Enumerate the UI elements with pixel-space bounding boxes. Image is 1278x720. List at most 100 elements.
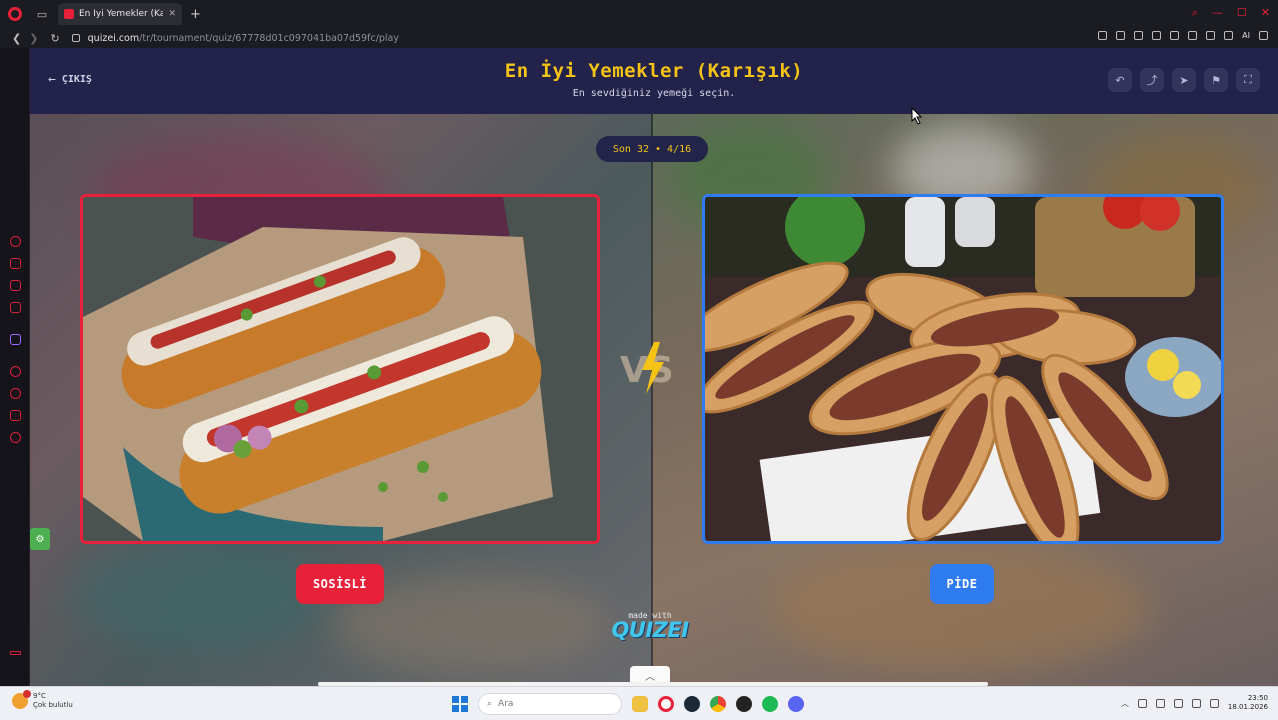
clock-time: 23:50 — [1247, 694, 1268, 702]
option-left-image[interactable] — [80, 194, 600, 544]
hotdog-image — [83, 197, 597, 541]
windows-start-icon[interactable] — [452, 696, 468, 712]
download-icon[interactable] — [1224, 31, 1234, 40]
sidebar-settings-icon[interactable] — [10, 432, 21, 443]
vs-text: VS — [620, 350, 674, 391]
screen: ▭ En İyi Yemekler (Karışık) ✕ + ⌕ — ☐ ✕ … — [0, 0, 1278, 720]
taskbar-search[interactable]: ⌕ Ara — [478, 693, 622, 715]
versus-icon: VS — [618, 338, 688, 398]
epic-games-icon[interactable] — [736, 696, 752, 712]
chevron-up-icon: ︿ — [645, 671, 655, 683]
bookmark-icon[interactable] — [1098, 31, 1108, 40]
opera-gx-icon[interactable] — [658, 696, 674, 712]
system-tray: ︿ 23:50 18.01.2026 — [1121, 694, 1268, 712]
player-icon[interactable] — [1152, 31, 1162, 40]
minimize-icon[interactable]: — — [1212, 6, 1223, 20]
tray-volume-icon[interactable] — [1209, 698, 1219, 708]
extension-gear-icon[interactable]: ⚙ — [30, 528, 50, 550]
pide-image — [705, 197, 1221, 541]
center-divider — [651, 114, 653, 686]
tray-app-icon[interactable] — [1137, 698, 1147, 708]
file-explorer-icon[interactable] — [632, 696, 648, 712]
extensions-icon[interactable] — [1206, 31, 1216, 40]
maximize-icon[interactable]: ☐ — [1237, 6, 1247, 20]
sidebar-history-icon[interactable] — [10, 388, 21, 399]
send-icon: ➤ — [1179, 73, 1189, 87]
lock-icon — [71, 34, 80, 42]
header-actions: ↶ ⤴ ➤ ⚑ ⛶ — [1108, 68, 1260, 92]
snapshot-icon[interactable] — [1116, 31, 1126, 40]
reload-icon[interactable]: ↻ — [50, 32, 59, 45]
pinboard-icon[interactable] — [1188, 31, 1198, 40]
weather-desc: Çok bulutlu — [33, 701, 73, 709]
opera-sidebar — [0, 48, 30, 686]
taskbar-apps: ⌕ Ara — [452, 693, 804, 715]
taskbar-clock[interactable]: 23:50 18.01.2026 — [1228, 694, 1268, 712]
sidebar-discord-icon[interactable] — [10, 302, 21, 313]
report-button[interactable]: ⚑ — [1204, 68, 1228, 92]
sidebar-aria-icon[interactable] — [10, 236, 21, 247]
back-icon[interactable]: ❮ — [12, 32, 21, 45]
search-placeholder: Ara — [498, 699, 514, 709]
sidebar-chat-icon[interactable] — [10, 280, 21, 291]
search-tabs-icon[interactable]: ⌕ — [1192, 6, 1198, 20]
weather-temp: 9°C — [33, 692, 46, 700]
select-left-button[interactable]: SOSİSLİ — [296, 564, 384, 604]
workspaces-icon[interactable]: ▭ — [32, 4, 52, 24]
tab-favicon-icon — [64, 9, 74, 19]
mouse-cursor-icon — [911, 107, 923, 125]
url-field[interactable]: quizei.com/tr/tournament/quiz/67778d01c0… — [88, 33, 399, 44]
share-button[interactable]: ⤴ — [1140, 68, 1164, 92]
share-icon: ⤴ — [1146, 74, 1158, 87]
flag-icon: ⚑ — [1211, 73, 1221, 87]
weather-icon — [12, 690, 31, 709]
sidebar-twitch-icon[interactable] — [10, 334, 21, 345]
quizei-logo: QUIZEI — [611, 618, 689, 642]
made-with-branding[interactable]: made with QUIZEI — [610, 611, 690, 642]
browser-tab-bar: ▭ En İyi Yemekler (Karışık) ✕ + ⌕ — ☐ ✕ — [0, 0, 1278, 28]
heart-icon[interactable] — [1170, 31, 1180, 40]
windows-taskbar: 9°C Çok bulutlu ⌕ Ara ︿ 23:50 18.01.2026 — [0, 686, 1278, 720]
sidebar-more-icon[interactable] — [10, 651, 21, 655]
clock-date: 18.01.2026 — [1227, 703, 1268, 711]
undo-button[interactable]: ↶ — [1108, 68, 1132, 92]
url-domain: quizei.com — [87, 32, 140, 44]
new-tab-button[interactable]: + — [190, 7, 201, 22]
quiz-subtitle: En sevdiğiniz yemeği seçin. — [572, 88, 736, 99]
spotify-icon[interactable] — [762, 696, 778, 712]
sidebar-pinboard-icon[interactable] — [10, 410, 21, 421]
window-controls: ⌕ — ☐ ✕ — [1192, 6, 1270, 20]
quiz-header: ← ÇIKIŞ En İyi Yemekler (Karışık) En sev… — [30, 48, 1278, 114]
chrome-icon[interactable] — [710, 696, 726, 712]
tab-title: En İyi Yemekler (Karışık) — [79, 9, 164, 19]
send-button[interactable]: ➤ — [1172, 68, 1196, 92]
address-bar: ❮ ❯ ↻ quizei.com/tr/tournament/quiz/6777… — [0, 28, 1278, 48]
steam-icon[interactable] — [684, 696, 700, 712]
tab-close-icon[interactable]: ✕ — [168, 9, 176, 19]
discord-icon[interactable] — [788, 696, 804, 712]
close-window-icon[interactable]: ✕ — [1261, 6, 1270, 20]
weather-widget[interactable]: 9°C Çok bulutlu — [12, 690, 73, 710]
search-icon: ⌕ — [487, 699, 493, 709]
fullscreen-button[interactable]: ⛶ — [1236, 68, 1260, 92]
menu-icon[interactable] — [1259, 31, 1268, 40]
option-right-image[interactable] — [702, 194, 1224, 544]
url-path: /tr/tournament/quiz/67778d01c097041ba07d… — [139, 32, 400, 44]
sidebar-player-icon[interactable] — [10, 366, 21, 377]
tray-overflow-icon[interactable]: ︿ — [1121, 698, 1129, 709]
round-badge: Son 32 • 4/16 — [596, 136, 708, 162]
address-bar-actions: AI — [1098, 31, 1268, 40]
tray-usb-icon[interactable] — [1173, 698, 1183, 708]
tray-network-icon[interactable] — [1155, 698, 1165, 708]
play-area: Son 32 • 4/16 VS SOSİSLİ PİDE made with … — [30, 114, 1278, 686]
sidebar-messenger-icon[interactable] — [10, 258, 21, 269]
fullscreen-icon: ⛶ — [1244, 73, 1252, 86]
browser-tab-active[interactable]: En İyi Yemekler (Karışık) ✕ — [58, 3, 182, 25]
opera-logo-icon[interactable] — [0, 0, 30, 28]
undo-icon: ↶ — [1115, 73, 1125, 87]
select-right-button[interactable]: PİDE — [930, 564, 994, 604]
shield-icon[interactable] — [1134, 31, 1144, 40]
ai-button[interactable]: AI — [1242, 31, 1250, 40]
forward-icon[interactable]: ❯ — [29, 32, 38, 45]
tray-wifi-icon[interactable] — [1191, 698, 1201, 708]
